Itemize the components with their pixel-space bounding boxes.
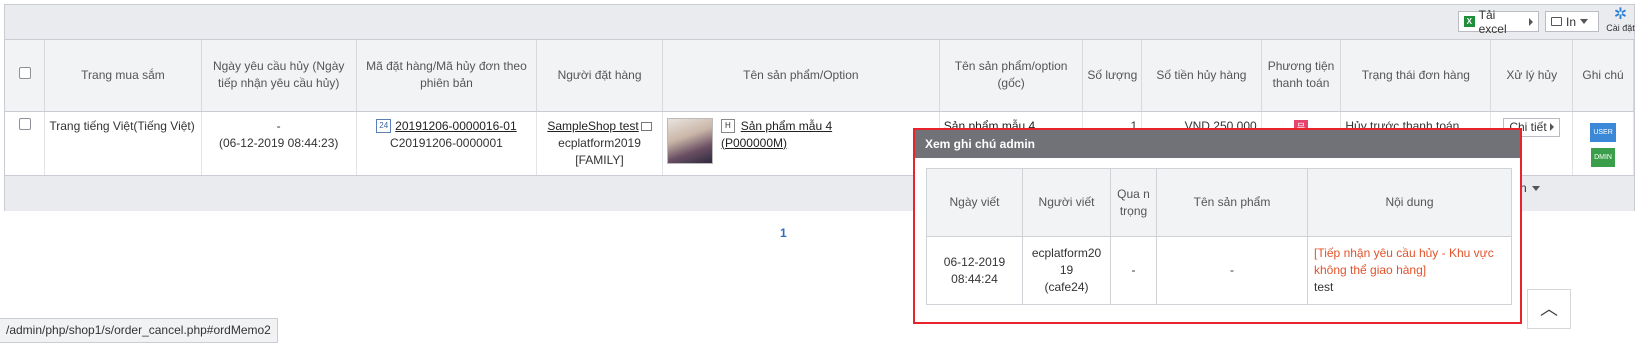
table-header-row: Trang mua sắm Ngày yêu cầu hủy (Ngày tiế… xyxy=(5,40,1634,112)
request-date-cell: - (06-12-2019 08:44:23) xyxy=(201,111,357,175)
col-header: Tên sản phẩm/option (gốc) xyxy=(939,40,1084,112)
bottom-select[interactable]: n xyxy=(1520,181,1540,195)
settings-button[interactable]: ✲ Cài đặt xyxy=(1605,6,1635,34)
memo-writer-3: (cafe24) xyxy=(1044,280,1089,294)
buyer-group: [FAMILY] xyxy=(575,152,624,167)
col-header: Ghi chú xyxy=(1572,40,1634,112)
col-header: Mã đặt hàng/Mã hủy đơn theo phiên bản xyxy=(356,40,538,112)
buyer-cell: SampleShop test ecplatform2019 [FAMILY] xyxy=(536,111,663,175)
order-number-link[interactable]: 20191206-0000016-01 xyxy=(395,119,516,133)
memo-writer-2: 19 xyxy=(1059,263,1074,277)
chevron-up-icon: ︿ xyxy=(1540,299,1558,319)
popup-title: Xem ghi chú admin xyxy=(915,130,1520,158)
chevron-down-icon xyxy=(1580,19,1589,24)
memo-col-header: Người viết xyxy=(1022,168,1111,237)
select-all-cell xyxy=(5,40,46,112)
product-cell: H Sản phẩm mẫu 4 (P000000M) xyxy=(662,111,940,175)
col-header: Ngày yêu cầu hủy (Ngày tiếp nhận yêu cầu… xyxy=(201,40,357,112)
row-checkbox[interactable] xyxy=(18,117,31,130)
gear-icon: ✲ xyxy=(1613,6,1628,23)
user-memo-tag[interactable]: USER xyxy=(1590,122,1616,142)
pagination-current-page[interactable]: 1 xyxy=(780,226,787,240)
buyer-name-link[interactable]: SampleShop test xyxy=(547,119,638,133)
printer-icon xyxy=(1551,17,1562,26)
memo-col-header: Qua n trọng xyxy=(1110,168,1157,237)
col-header: Trạng thái đơn hàng xyxy=(1340,40,1492,112)
cancel-number: C20191206-0000001 xyxy=(390,135,503,150)
memo-header-row: Ngày viết Người viết Qua n trọng Tên sản… xyxy=(926,168,1512,237)
memo-row: 06-12-2019 08:44:24 ecplatform20 19 (caf… xyxy=(926,236,1512,305)
memo-writer-cell: ecplatform20 19 (cafe24) xyxy=(1022,236,1111,305)
received-date: (06-12-2019 08:44:23) xyxy=(218,135,339,150)
memo-date-cell: 06-12-2019 08:44:24 xyxy=(926,236,1023,305)
order-24-badge: 24 xyxy=(376,119,392,134)
shop-cell: Trang tiếng Việt(Tiếng Việt) xyxy=(44,111,202,175)
buyer-id: ecplatform2019 xyxy=(558,135,641,150)
excel-icon: X xyxy=(1464,16,1475,27)
admin-memo-tag[interactable]: DMIN xyxy=(1591,147,1615,167)
browser-status-url: /admin/php/shop1/s/order_cancel.php#ordM… xyxy=(0,318,278,343)
memo-importance: - xyxy=(1110,236,1157,305)
memo-product: - xyxy=(1156,236,1308,305)
caret-right-icon xyxy=(1550,122,1555,131)
col-header: Tên sản phẩm/Option xyxy=(662,40,940,112)
product-thumbnail[interactable] xyxy=(666,117,713,164)
memo-col-header: Ngày viết xyxy=(926,168,1023,237)
print-button[interactable]: In xyxy=(1545,11,1599,32)
memo-writer-1: ecplatform20 xyxy=(1031,246,1102,260)
col-header: Phương tiện thanh toán xyxy=(1261,40,1342,112)
memo-cell: USER DMIN xyxy=(1572,111,1634,175)
order-no-cell: 24 20191206-0000016-01 C20191206-0000001 xyxy=(356,111,538,175)
memo-col-header: Nội dung xyxy=(1307,168,1512,237)
request-date: - xyxy=(276,118,281,133)
memo-table: Ngày viết Người viết Qua n trọng Tên sản… xyxy=(926,168,1512,305)
caret-right-icon xyxy=(1529,17,1533,26)
list-toolbar: X Tải excel In ✲ Cài đặt xyxy=(5,5,1635,40)
product-code-link[interactable]: (P000000M) xyxy=(721,135,832,152)
row-select-cell xyxy=(5,111,46,175)
mail-icon[interactable] xyxy=(640,121,652,131)
col-header: Số lượng xyxy=(1082,40,1143,112)
memo-content-highlight: [Tiếp nhận yêu cầu hủy - Khu vực không t… xyxy=(1314,246,1494,277)
product-name-link[interactable]: Sản phẩm mẫu 4 xyxy=(741,119,832,133)
col-header: Số tiền hủy hàng xyxy=(1141,40,1262,112)
settings-label: Cài đặt xyxy=(1606,23,1635,33)
memo-content-cell: [Tiếp nhận yêu cầu hủy - Khu vực không t… xyxy=(1307,236,1512,305)
product-h-badge: H xyxy=(720,119,735,134)
excel-download-button[interactable]: X Tải excel xyxy=(1458,8,1539,36)
select-all-checkbox[interactable] xyxy=(18,66,31,79)
memo-time: 08:44:24 xyxy=(951,271,998,286)
col-header: Xử lý hủy xyxy=(1490,40,1574,112)
excel-label: Tải excel xyxy=(1478,7,1507,36)
memo-date: 06-12-2019 xyxy=(943,254,1006,269)
print-label: In xyxy=(1566,14,1577,29)
memo-col-header: Tên sản phẩm xyxy=(1156,168,1308,237)
col-header: Trang mua sắm xyxy=(44,40,202,112)
memo-content-text: test xyxy=(1314,280,1334,294)
chevron-down-icon xyxy=(1531,185,1540,191)
admin-memo-popup: Xem ghi chú admin Ngày viết Người viết Q… xyxy=(913,128,1522,324)
col-header: Người đặt hàng xyxy=(536,40,663,112)
scroll-to-top-button[interactable]: ︿ xyxy=(1527,289,1571,329)
